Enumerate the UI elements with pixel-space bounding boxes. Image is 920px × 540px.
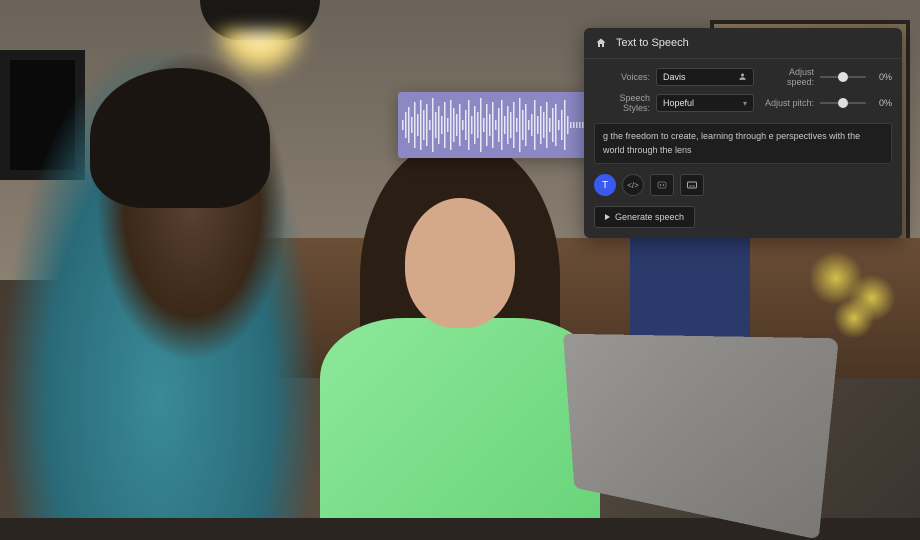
adjust-pitch-row: Adjust pitch: 0% (764, 93, 892, 113)
chevron-down-icon: ▾ (743, 99, 747, 108)
subtitle-button[interactable] (680, 174, 704, 196)
hair (90, 68, 270, 208)
adjust-speed-row: Adjust speed: 0% (764, 67, 892, 87)
person-left (0, 38, 320, 518)
adjust-speed-slider[interactable] (820, 76, 866, 78)
voices-select[interactable]: Davis (656, 68, 754, 86)
mode-buttons-row: T </> (584, 164, 902, 206)
generate-speech-button[interactable]: Generate speech (594, 206, 695, 228)
voices-row: Voices: Davis (594, 67, 754, 87)
speech-styles-row: Speech Styles: Hopeful ▾ (594, 93, 754, 113)
slider-thumb[interactable] (838, 98, 848, 108)
person-icon (738, 72, 747, 83)
text-input-area[interactable]: g the freedom to create, learning throug… (594, 123, 892, 164)
voices-label: Voices: (594, 72, 650, 82)
text-mode-button[interactable]: T (594, 174, 616, 196)
code-icon: </> (627, 181, 639, 190)
controls-grid: Voices: Davis Adjust speed: 0% Speech St… (584, 59, 902, 123)
play-icon (605, 214, 610, 220)
voiceover-icon (656, 179, 668, 191)
adjust-pitch-value: 0% (872, 98, 892, 108)
speech-styles-label: Speech Styles: (594, 93, 650, 113)
home-icon[interactable] (594, 36, 608, 50)
voices-selected: Davis (663, 72, 686, 82)
generate-button-label: Generate speech (615, 212, 684, 222)
slider-thumb[interactable] (838, 72, 848, 82)
panel-header: Text to Speech (584, 28, 902, 59)
face (405, 198, 515, 328)
speech-styles-selected: Hopeful (663, 98, 694, 108)
adjust-pitch-label: Adjust pitch: (764, 98, 814, 108)
subtitle-icon (686, 179, 698, 191)
adjust-speed-value: 0% (872, 72, 892, 82)
flowers (800, 238, 920, 438)
text-to-speech-panel: Text to Speech Voices: Davis Adjust spee… (584, 28, 902, 238)
text-icon: T (602, 180, 608, 191)
speech-styles-select[interactable]: Hopeful ▾ (656, 94, 754, 112)
voiceover-button[interactable] (650, 174, 674, 196)
adjust-pitch-slider[interactable] (820, 102, 866, 104)
adjust-speed-label: Adjust speed: (764, 67, 814, 87)
ssml-mode-button[interactable]: </> (622, 174, 644, 196)
panel-title: Text to Speech (616, 37, 689, 49)
shirt (320, 318, 600, 518)
